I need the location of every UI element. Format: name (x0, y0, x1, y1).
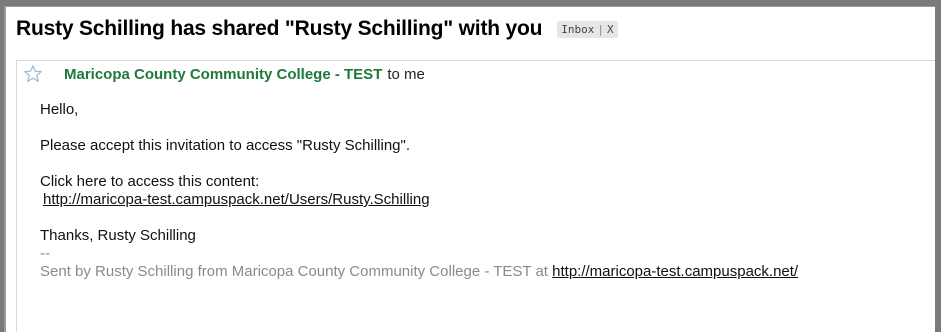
access-prompt: Click here to access this content: (40, 173, 260, 190)
sender-name[interactable]: Maricopa County Community College - TEST (64, 66, 382, 83)
subject-bar: Rusty Schilling has shared "Rusty Schill… (6, 7, 935, 51)
message-card: Maricopa County Community College - TEST… (16, 60, 935, 332)
access-link[interactable]: http://maricopa-test.campuspack.net/User… (43, 191, 430, 208)
remove-label-button[interactable]: X (607, 23, 614, 36)
inbox-label[interactable]: Inbox (561, 23, 594, 36)
label-separator: | (597, 22, 604, 36)
footer: Sent by Rusty Schilling from Maricopa Co… (40, 263, 935, 281)
recipient-text[interactable]: to me (387, 66, 425, 83)
greeting: Hello, (40, 101, 79, 118)
footer-text: Sent by Rusty Schilling from Maricopa Co… (40, 263, 553, 280)
email-subject: Rusty Schilling has shared "Rusty Schill… (16, 17, 543, 40)
star-icon[interactable] (23, 64, 43, 84)
inbox-label-chip[interactable]: Inbox | X (557, 20, 618, 38)
message-header[interactable]: Maricopa County Community College - TEST… (17, 61, 935, 87)
message-body: Hello, Please accept this invitation to … (40, 101, 935, 281)
signature-separator: -- (40, 245, 50, 262)
email-view: Rusty Schilling has shared "Rusty Schill… (4, 6, 935, 332)
signoff: Thanks, Rusty Schilling (40, 227, 196, 244)
footer-link[interactable]: http://maricopa-test.campuspack.net/ (552, 263, 798, 280)
invitation-text: Please accept this invitation to access … (40, 137, 410, 154)
